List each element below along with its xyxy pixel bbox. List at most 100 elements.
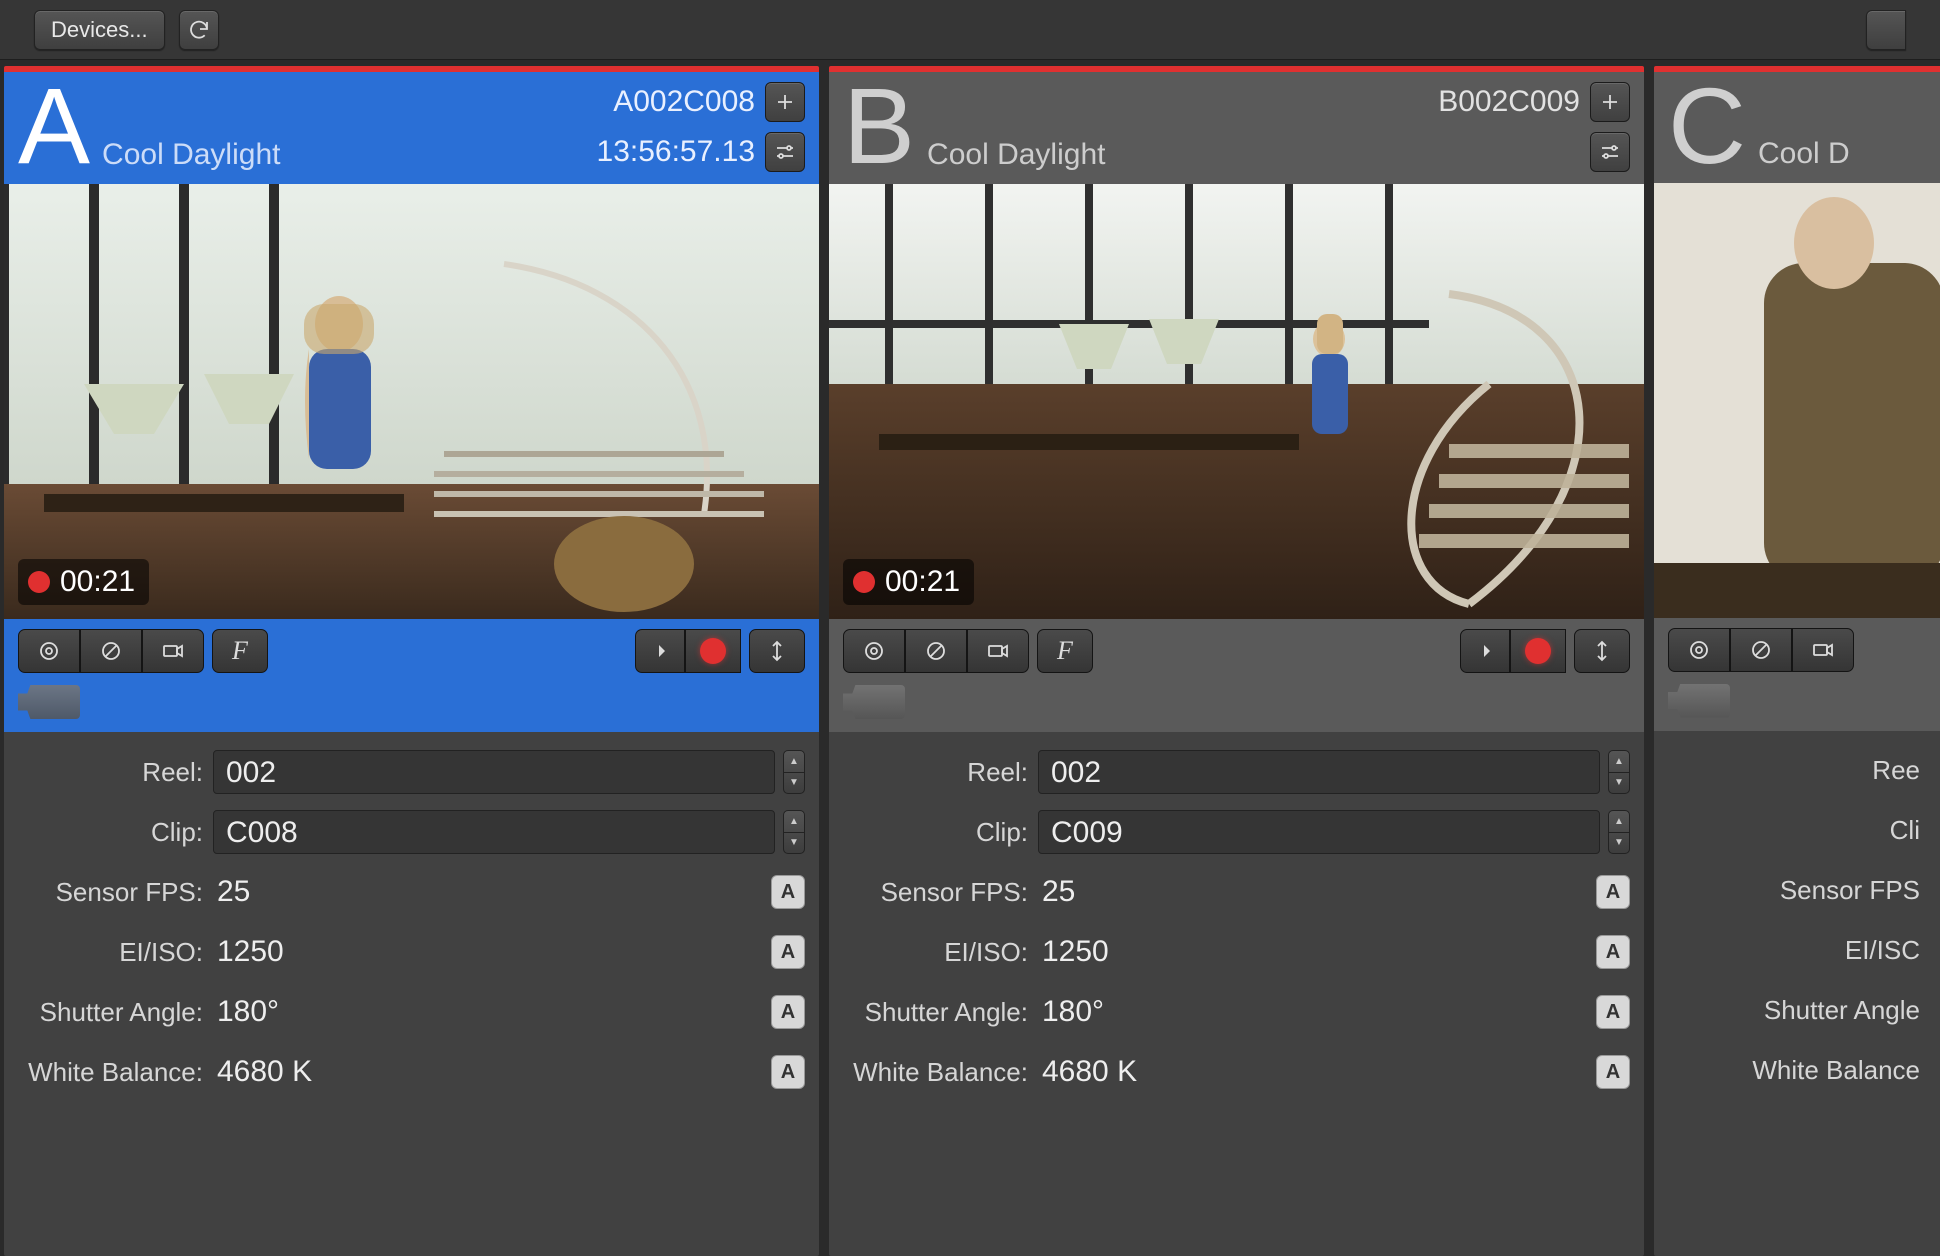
clip-input[interactable]: C009	[1038, 810, 1600, 854]
reel-stepper[interactable]: ▲▼	[783, 750, 805, 794]
step-down-icon[interactable]: ▼	[1609, 773, 1629, 794]
device-thumb[interactable]	[18, 685, 80, 719]
plus-icon	[1598, 90, 1622, 114]
settings-button[interactable]	[1590, 132, 1630, 172]
clip-stepper[interactable]: ▲▼	[1608, 810, 1630, 854]
camera-panel-a[interactable]: A Cool Daylight A002C008 13:56:57.13	[4, 66, 819, 1256]
expand-button[interactable]	[749, 629, 805, 673]
meta-row-clip: Cli	[1654, 801, 1940, 861]
step-down-icon[interactable]: ▼	[784, 833, 804, 854]
recording-time: 00:21	[60, 565, 135, 599]
record-button[interactable]	[685, 629, 741, 673]
meta-label: Reel:	[18, 757, 213, 788]
focus-target-button[interactable]	[843, 629, 905, 673]
send-button[interactable]	[635, 629, 685, 673]
meta-label: Cli	[1668, 815, 1930, 846]
send-button[interactable]	[1460, 629, 1510, 673]
no-signal-button[interactable]	[1730, 628, 1792, 672]
step-down-icon[interactable]: ▼	[784, 773, 804, 794]
meta-label: Sensor FPS	[1668, 875, 1930, 906]
devices-button[interactable]: Devices...	[34, 10, 165, 50]
toolbar-right-button[interactable]	[1866, 10, 1906, 50]
reel-input[interactable]: 002	[1038, 750, 1600, 794]
camera-panel-b[interactable]: B Cool Daylight B002C009	[829, 66, 1644, 1256]
look-name: Cool D	[1758, 137, 1940, 171]
refresh-icon	[187, 18, 211, 42]
no-signal-button[interactable]	[905, 629, 967, 673]
device-thumb-strip	[1654, 680, 1940, 731]
record-icon	[700, 638, 726, 664]
meta-row-sensorfps: Sensor FPS: 25 A	[829, 862, 1644, 922]
meta-label: EI/ISC	[1668, 935, 1930, 966]
reel-stepper[interactable]: ▲▼	[1608, 750, 1630, 794]
camera-mode-button[interactable]	[967, 629, 1029, 673]
auto-button[interactable]: A	[771, 995, 805, 1029]
meta-row-shutter: Shutter Angle: 180° A	[829, 982, 1644, 1042]
no-signal-button[interactable]	[80, 629, 142, 673]
step-down-icon[interactable]: ▼	[1609, 833, 1629, 854]
meta-label: Reel:	[843, 757, 1038, 788]
clip-name: B002C009	[1438, 85, 1580, 119]
focus-button[interactable]: F	[212, 629, 268, 673]
meta-row-clip: Clip: C009 ▲▼	[829, 802, 1644, 862]
settings-button[interactable]	[765, 132, 805, 172]
camera-mode-button[interactable]	[1792, 628, 1854, 672]
auto-button[interactable]: A	[771, 935, 805, 969]
camera-mode-button[interactable]	[142, 629, 204, 673]
auto-button[interactable]: A	[1596, 935, 1630, 969]
refresh-button[interactable]	[179, 10, 219, 50]
device-thumb-strip	[4, 681, 819, 732]
slash-circle-icon	[1749, 638, 1773, 662]
target-icon	[862, 639, 886, 663]
step-up-icon[interactable]: ▲	[1609, 751, 1629, 773]
meta-row-whitebalance: White Balance: 4680 K A	[829, 1042, 1644, 1102]
metadata-list: Reel: 002 ▲▼ Clip: C008 ▲▼ Sensor FPS: 2…	[4, 732, 819, 1256]
camera-viewer[interactable]	[1654, 183, 1940, 618]
recording-overlay: 00:21	[18, 559, 149, 605]
clip-stepper[interactable]: ▲▼	[783, 810, 805, 854]
record-dot-icon	[853, 571, 875, 593]
auto-button[interactable]: A	[771, 1055, 805, 1089]
slash-circle-icon	[924, 639, 948, 663]
meta-row-sensorfps: Sensor FPS	[1654, 861, 1940, 921]
auto-button[interactable]: A	[771, 875, 805, 909]
step-up-icon[interactable]: ▲	[1609, 811, 1629, 833]
control-bar: F	[4, 619, 819, 681]
meta-label: White Balance:	[18, 1057, 213, 1088]
camera-viewer[interactable]: 00:21	[829, 184, 1644, 619]
record-button[interactable]	[1510, 629, 1566, 673]
step-up-icon[interactable]: ▲	[784, 811, 804, 833]
add-button[interactable]	[765, 82, 805, 122]
device-thumb-strip	[829, 681, 1644, 732]
device-thumb[interactable]	[843, 685, 905, 719]
sensorfps-value: 25	[213, 875, 763, 909]
camera-letter: B	[843, 82, 913, 171]
meta-row-sensorfps: Sensor FPS: 25 A	[4, 862, 819, 922]
wb-value: 4680 K	[213, 1055, 763, 1089]
meta-label: EI/ISO:	[843, 937, 1038, 968]
auto-button[interactable]: A	[1596, 995, 1630, 1029]
reel-input[interactable]: 002	[213, 750, 775, 794]
auto-button[interactable]: A	[1596, 1055, 1630, 1089]
look-name: Cool Daylight	[102, 138, 582, 172]
camera-panel-c[interactable]: C Cool D	[1654, 66, 1940, 1256]
meta-row-shutter: Shutter Angle: 180° A	[4, 982, 819, 1042]
focus-target-button[interactable]	[1668, 628, 1730, 672]
auto-button[interactable]: A	[1596, 875, 1630, 909]
metadata-list: Reel: 002 ▲▼ Clip: C009 ▲▼ Sensor FPS: 2…	[829, 732, 1644, 1256]
device-thumb[interactable]	[1668, 684, 1730, 718]
shutter-value: 180°	[1038, 995, 1588, 1029]
focus-target-button[interactable]	[18, 629, 80, 673]
step-up-icon[interactable]: ▲	[784, 751, 804, 773]
add-button[interactable]	[1590, 82, 1630, 122]
focus-button[interactable]: F	[1037, 629, 1093, 673]
clip-input[interactable]: C008	[213, 810, 775, 854]
expand-vertical-icon	[1590, 639, 1614, 663]
camera-viewer[interactable]: 00:21	[4, 184, 819, 619]
meta-row-whitebalance: White Balance: 4680 K A	[4, 1042, 819, 1102]
arrow-right-icon	[1473, 639, 1497, 663]
meta-label: Clip:	[18, 817, 213, 848]
expand-button[interactable]	[1574, 629, 1630, 673]
camera-letter: C	[1668, 82, 1744, 171]
clip-name: A002C008	[613, 85, 755, 119]
